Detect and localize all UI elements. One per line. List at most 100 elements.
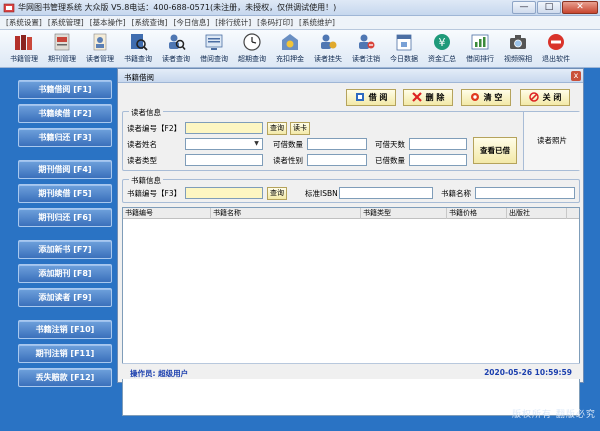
reader-query-button[interactable]: 查询 xyxy=(267,122,287,135)
tool-reader-management[interactable]: 读者管理 xyxy=(82,32,118,66)
reader-type-label: 读者类型 xyxy=(127,156,157,165)
read-card-button[interactable]: 读卡 xyxy=(290,122,310,135)
borrow-search-icon xyxy=(205,34,223,50)
reader-gender-field[interactable] xyxy=(307,154,367,166)
book-id-label: 书籍编号【F3】 xyxy=(127,189,182,198)
view-borrowed-button[interactable]: 查看已借 xyxy=(473,137,517,164)
status-bar: 操作员: 超级用户 2020-05-26 10:59:59 xyxy=(122,363,580,379)
reader-gender-label: 读者性别 xyxy=(273,156,303,165)
book-id-input[interactable] xyxy=(185,187,263,199)
reader-photo: 读者照片 xyxy=(523,112,580,170)
can-borrow-field[interactable] xyxy=(307,138,367,150)
col-book-price[interactable]: 书籍价格 xyxy=(447,208,507,219)
tool-funds-summary[interactable]: ¥ 资金汇总 xyxy=(424,32,460,66)
sidebar-magazine-borrow[interactable]: 期刊借阅 [F4] xyxy=(18,160,112,179)
magazine-icon xyxy=(54,33,70,51)
book-search-icon xyxy=(131,34,148,51)
sidebar-book-return[interactable]: 书籍归还 [F3] xyxy=(18,128,112,147)
sidebar-book-cancel[interactable]: 书籍注销 [F10] xyxy=(18,320,112,339)
tool-borrow-ranking[interactable]: 借阅排行 xyxy=(462,32,498,66)
clock-icon xyxy=(243,33,261,51)
col-book-type[interactable]: 书籍类型 xyxy=(361,208,447,219)
camera-icon xyxy=(510,35,526,49)
borrow-days-label: 可借天数 xyxy=(375,140,405,149)
reader-cancel-icon xyxy=(359,34,375,49)
sidebar-magazine-renew[interactable]: 期刊续借 [F5] xyxy=(18,184,112,203)
can-borrow-label: 可借数量 xyxy=(273,140,303,149)
close-window-button[interactable]: ✕ xyxy=(562,1,598,14)
reader-id-input[interactable] xyxy=(185,122,263,134)
reader-id-label: 读者编号【F2】 xyxy=(127,124,182,133)
menu-basic-operations[interactable]: [基本操作] xyxy=(90,16,126,29)
book-query-button[interactable]: 查询 xyxy=(267,187,287,200)
borrowed-count-field[interactable] xyxy=(409,154,467,166)
borrowed-count-label: 已借数量 xyxy=(375,156,405,165)
book-info-label: 书籍信息 xyxy=(129,175,163,186)
reader-name-combo[interactable]: ▼ xyxy=(185,138,263,150)
tool-overdue-query[interactable]: 超期查询 xyxy=(234,32,270,66)
window-controls: — □ ✕ xyxy=(511,1,598,14)
books-icon xyxy=(15,35,32,50)
menu-system-settings[interactable]: [系统设置] xyxy=(6,16,42,29)
delete-button[interactable]: 删 除 xyxy=(403,89,453,106)
clear-button[interactable]: 清 空 xyxy=(461,89,511,106)
tool-video-photo[interactable]: 视频照相 xyxy=(500,32,536,66)
menu-system-maintenance[interactable]: [系统维护] xyxy=(299,16,335,29)
menu-bar: [系统设置] [系统管理] [基本操作] [系统查询] [今日信息] [排行统计… xyxy=(0,16,600,30)
today-data-icon xyxy=(396,34,412,51)
menu-today-info[interactable]: [今日信息] xyxy=(173,16,209,29)
dialog-title: 书籍借阅 xyxy=(124,73,154,82)
tool-reader-query[interactable]: 读者查询 xyxy=(158,32,194,66)
tool-reader-lost[interactable]: 读者挂失 xyxy=(310,32,346,66)
svg-text:¥: ¥ xyxy=(439,36,446,49)
menu-system-query[interactable]: [系统查询] xyxy=(132,16,168,29)
maximize-button[interactable]: □ xyxy=(537,1,561,14)
sidebar-add-magazine[interactable]: 添加期刊 [F8] xyxy=(18,264,112,283)
toolbar: 书籍管理 期刊管理 读者管理 书籍查询 读者查询 借阅查询 超期查询 充扣押金 … xyxy=(0,30,600,68)
tool-magazine-management[interactable]: 期刊管理 xyxy=(44,32,80,66)
dialog-close-icon[interactable]: x xyxy=(571,71,581,81)
app-icon xyxy=(3,3,15,13)
tool-book-query[interactable]: 书籍查询 xyxy=(120,32,156,66)
copyright-text: 版权所有 翻版必究 xyxy=(512,410,596,420)
sidebar-book-renew[interactable]: 书籍续借 [F2] xyxy=(18,104,112,123)
tool-today-data[interactable]: 今日数据 xyxy=(386,32,422,66)
tool-deposit[interactable]: 充扣押金 xyxy=(272,32,308,66)
book-name-field[interactable] xyxy=(475,187,575,199)
borrow-days-field[interactable] xyxy=(409,138,467,150)
ranking-icon xyxy=(471,34,489,50)
sidebar-book-borrow[interactable]: 书籍借阅 [F1] xyxy=(18,80,112,99)
menu-barcode-print[interactable]: [条码打印] xyxy=(257,16,293,29)
book-borrow-dialog: 书籍借阅 x 借 阅 删 除 清 空 关 闭 读者信息 读者编号【F2】 查询 … xyxy=(117,68,584,416)
minimize-button[interactable]: — xyxy=(512,1,536,14)
borrow-button[interactable]: 借 阅 xyxy=(346,89,396,106)
tool-borrow-query[interactable]: 借阅查询 xyxy=(196,32,232,66)
col-book-id[interactable]: 书籍编号 xyxy=(123,208,211,219)
sidebar-loss-compensation[interactable]: 丢失赔款 [F12] xyxy=(18,368,112,387)
menu-system-management[interactable]: [系统管理] xyxy=(48,16,84,29)
borrow-list-table[interactable]: 书籍编号 书籍名称 书籍类型 书籍价格 出版社 xyxy=(122,207,580,416)
reader-type-field[interactable] xyxy=(185,154,263,166)
book-info-group: 书籍信息 书籍编号【F3】 查询 标准ISBN 书籍名称 xyxy=(122,175,580,203)
tool-reader-cancel[interactable]: 读者注销 xyxy=(348,32,384,66)
dialog-title-bar: 书籍借阅 x xyxy=(118,69,583,83)
isbn-field[interactable] xyxy=(339,187,433,199)
tool-exit[interactable]: 退出软件 xyxy=(538,32,574,66)
reader-info-group: 读者信息 读者编号【F2】 查询 读卡 读者姓名 ▼ 可借数量 可借天数 读者类… xyxy=(122,107,580,171)
reader-lost-icon xyxy=(321,34,337,49)
close-icon xyxy=(528,92,539,102)
sidebar-magazine-cancel[interactable]: 期刊注销 [F11] xyxy=(18,344,112,363)
exit-icon xyxy=(548,34,564,50)
tool-books-management[interactable]: 书籍管理 xyxy=(6,32,42,66)
window-title: 华网图书管理系统 大众版 V5.8电话：400-688-0571(未注册，未授权… xyxy=(18,3,337,12)
sidebar-magazine-return[interactable]: 期刊归还 [F6] xyxy=(18,208,112,227)
close-button[interactable]: 关 闭 xyxy=(520,89,570,106)
deposit-icon xyxy=(282,34,298,50)
col-publisher[interactable]: 出版社 xyxy=(507,208,567,219)
chevron-down-icon: ▼ xyxy=(254,140,259,147)
col-book-name[interactable]: 书籍名称 xyxy=(211,208,361,219)
delete-icon xyxy=(411,92,422,102)
sidebar-add-reader[interactable]: 添加读者 [F9] xyxy=(18,288,112,307)
sidebar-add-book[interactable]: 添加新书 [F7] xyxy=(18,240,112,259)
menu-ranking-stats[interactable]: [排行统计] xyxy=(215,16,251,29)
